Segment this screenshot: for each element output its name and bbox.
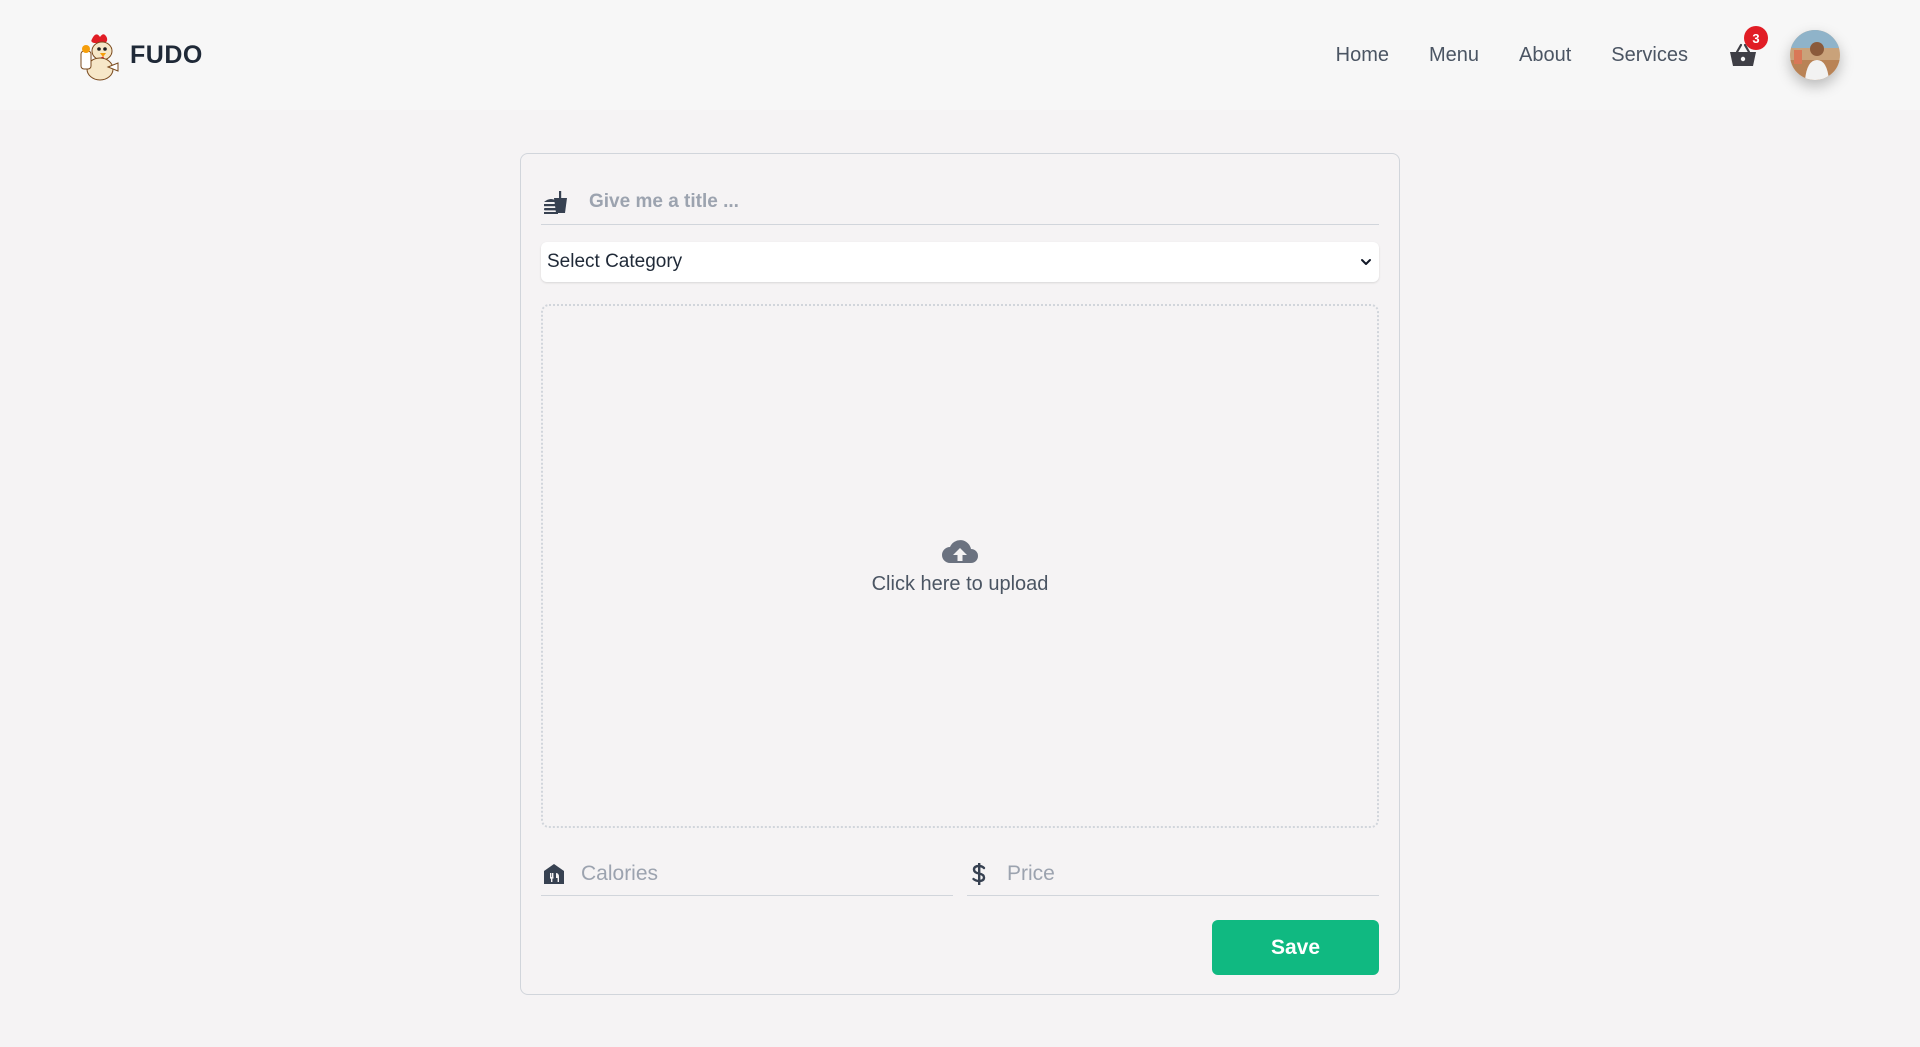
top-navbar: FUDO Home Menu About Services 3 <box>0 0 1920 110</box>
user-avatar[interactable] <box>1790 30 1840 80</box>
cart-button[interactable]: 3 <box>1728 26 1768 70</box>
brand-name: FUDO <box>130 40 203 69</box>
nav-link-about[interactable]: About <box>1519 44 1571 67</box>
chicken-chef-logo <box>80 34 119 81</box>
cart-count-badge: 3 <box>1744 26 1768 50</box>
price-input[interactable] <box>1005 860 1369 887</box>
fastfood-icon <box>544 191 567 214</box>
nav-right: Home Menu About Services 3 <box>1336 26 1840 80</box>
save-button[interactable]: Save <box>1212 920 1379 975</box>
title-input[interactable] <box>587 190 1351 214</box>
category-select-value: Select Category <box>547 251 683 272</box>
brand-link[interactable]: FUDO <box>78 29 203 81</box>
nav-links: Home Menu About Services <box>1336 44 1688 67</box>
calories-input[interactable] <box>579 860 943 887</box>
category-select[interactable]: Select Category <box>541 242 1379 282</box>
upload-label: Click here to upload <box>871 572 1049 595</box>
avatar-image <box>1790 30 1840 80</box>
image-upload-area[interactable]: Click here to upload <box>541 304 1379 828</box>
chevron-down-icon <box>1361 259 1371 265</box>
dollar-icon <box>972 862 986 885</box>
nav-link-menu[interactable]: Menu <box>1429 44 1479 67</box>
price-field <box>967 852 1379 896</box>
nav-link-home[interactable]: Home <box>1336 44 1389 67</box>
food-bank-icon <box>544 863 564 884</box>
title-field <box>541 180 1379 225</box>
create-item-form: Select Category Click here to upload Sav… <box>520 153 1400 995</box>
nav-link-services[interactable]: Services <box>1611 44 1688 67</box>
calories-field <box>541 852 953 896</box>
cloud-upload-icon <box>942 539 978 563</box>
